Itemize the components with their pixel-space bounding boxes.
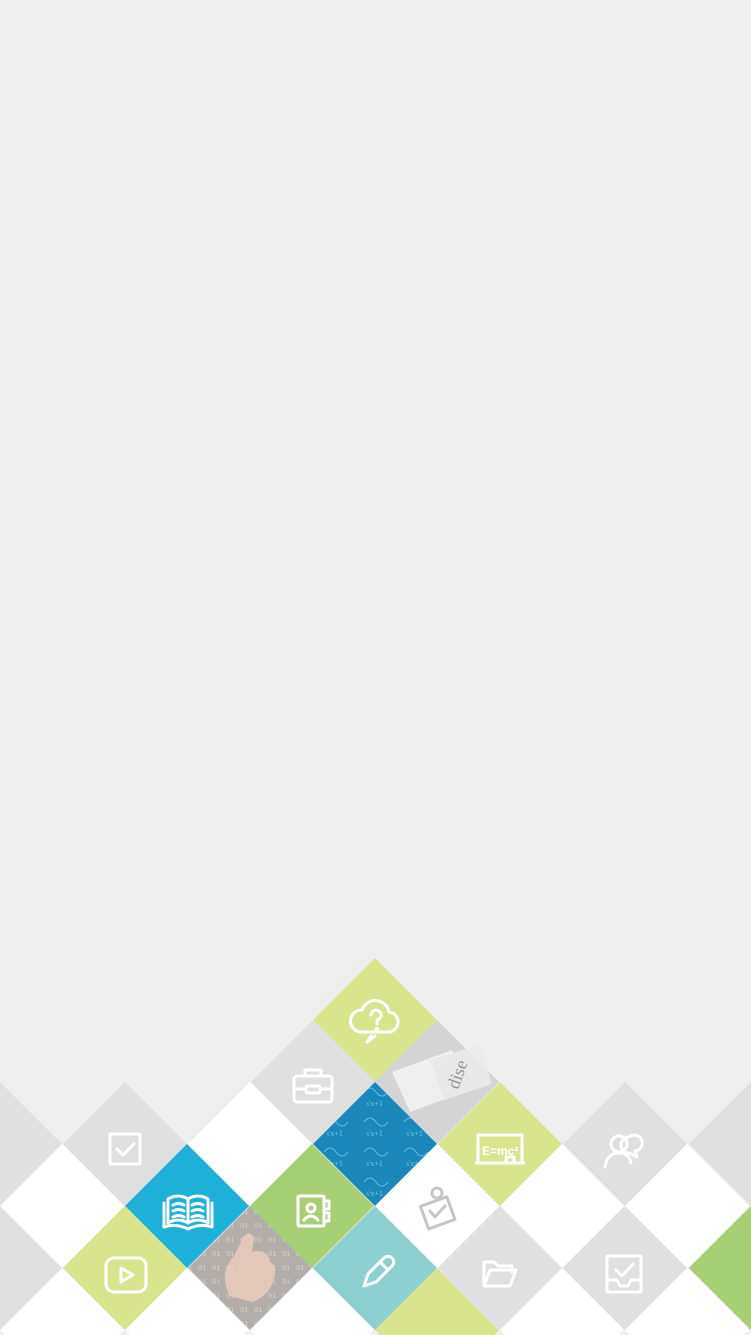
diamond-tile-pattern: √x+1 01 dise (0, 958, 751, 1335)
svg-text:E=mc²: E=mc² (482, 1144, 518, 1158)
splash-background: √x+1 01 dise (0, 0, 751, 1335)
